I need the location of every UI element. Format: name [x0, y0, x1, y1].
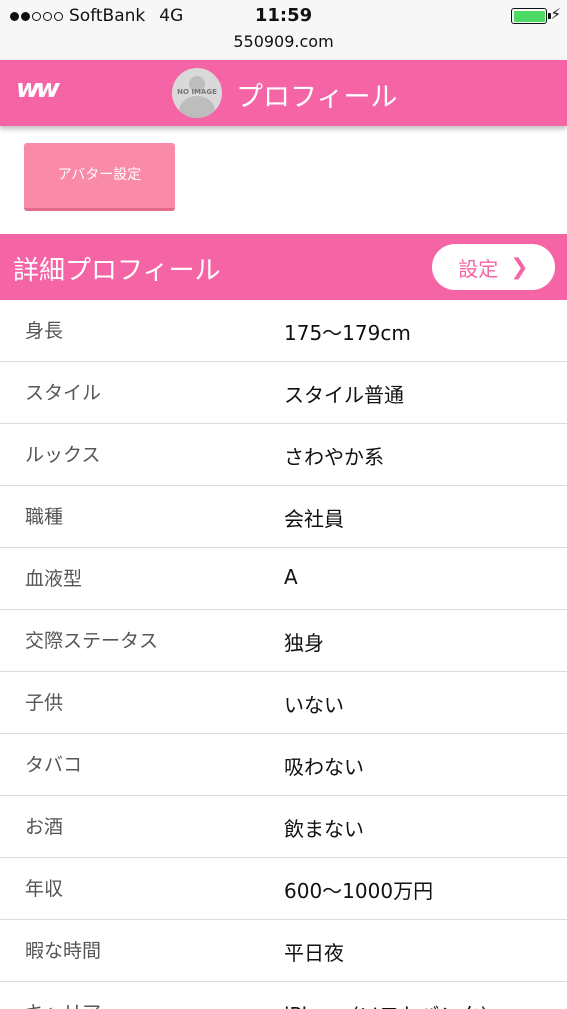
- table-row: お酒 飲まない: [0, 796, 567, 858]
- table-row: 年収 600〜1000万円: [0, 858, 567, 920]
- row-value: 600〜1000万円: [284, 879, 434, 903]
- avatar-no-image-text: NO IMAGE: [177, 88, 217, 96]
- detail-settings-button[interactable]: 設定 ❯: [432, 244, 555, 290]
- chevron-right-icon: ❯: [510, 254, 529, 280]
- row-value: 独身: [284, 631, 324, 655]
- row-value: いない: [284, 693, 344, 717]
- row-label: タバコ: [25, 754, 83, 776]
- avatar-placeholder-body: [179, 96, 215, 118]
- avatar-settings-button[interactable]: アバター設定: [24, 143, 175, 211]
- row-value: 175〜179cm: [284, 321, 411, 345]
- table-row: 子供 いない: [0, 672, 567, 734]
- table-row: ルックス さわやか系: [0, 424, 567, 486]
- row-value: 会社員: [284, 507, 344, 531]
- detail-profile-header: 詳細プロフィール 設定 ❯: [0, 234, 567, 300]
- table-row: 暇な時間 平日夜: [0, 920, 567, 982]
- site-logo[interactable]: ww: [16, 74, 60, 104]
- table-row: 職種 会社員: [0, 486, 567, 548]
- detail-profile-title: 詳細プロフィール: [13, 256, 221, 286]
- avatar[interactable]: NO IMAGE: [172, 68, 222, 118]
- table-row: タバコ 吸わない: [0, 734, 567, 796]
- row-label: お酒: [25, 816, 64, 838]
- row-label: 暇な時間: [25, 940, 102, 962]
- row-label: 身長: [25, 320, 64, 342]
- row-label: 職種: [25, 506, 64, 528]
- url-bar[interactable]: 550909.com: [0, 30, 567, 60]
- status-bar: SoftBank 4G 11:59 ⚡: [0, 0, 567, 30]
- row-label: 年収: [25, 878, 64, 900]
- settings-button-label: 設定: [458, 256, 499, 281]
- battery-icon: [511, 8, 547, 24]
- row-label: 交際ステータス: [25, 630, 159, 652]
- profile-detail-table: 身長 175〜179cm スタイル スタイル普通 ルックス さわやか系 職種 会…: [0, 300, 567, 1009]
- row-value: スタイル普通: [284, 383, 404, 407]
- table-row: 血液型 A: [0, 548, 567, 610]
- charging-bolt-icon: ⚡: [550, 5, 561, 23]
- battery-level: [513, 10, 545, 22]
- app-header: ww NO IMAGE プロフィール: [0, 60, 567, 126]
- row-label: スタイル: [25, 382, 102, 404]
- table-row: 交際ステータス 独身: [0, 610, 567, 672]
- table-row: 身長 175〜179cm: [0, 300, 567, 362]
- table-row: スタイル スタイル普通: [0, 362, 567, 424]
- row-value: iPhone(ソフトバンク): [284, 999, 488, 1009]
- row-label: 血液型: [25, 568, 83, 590]
- row-value: 飲まない: [284, 817, 364, 841]
- row-label: 子供: [25, 692, 64, 714]
- status-time: 11:59: [254, 5, 313, 26]
- row-value: さわやか系: [284, 445, 384, 469]
- row-value: A: [284, 565, 298, 589]
- row-value: 平日夜: [284, 941, 344, 965]
- row-value: 吸わない: [284, 755, 364, 779]
- row-label: ルックス: [25, 444, 101, 466]
- table-row: キャリア iPhone(ソフトバンク): [0, 982, 567, 1009]
- row-label: キャリア: [25, 998, 101, 1009]
- page-title: プロフィール: [236, 82, 398, 113]
